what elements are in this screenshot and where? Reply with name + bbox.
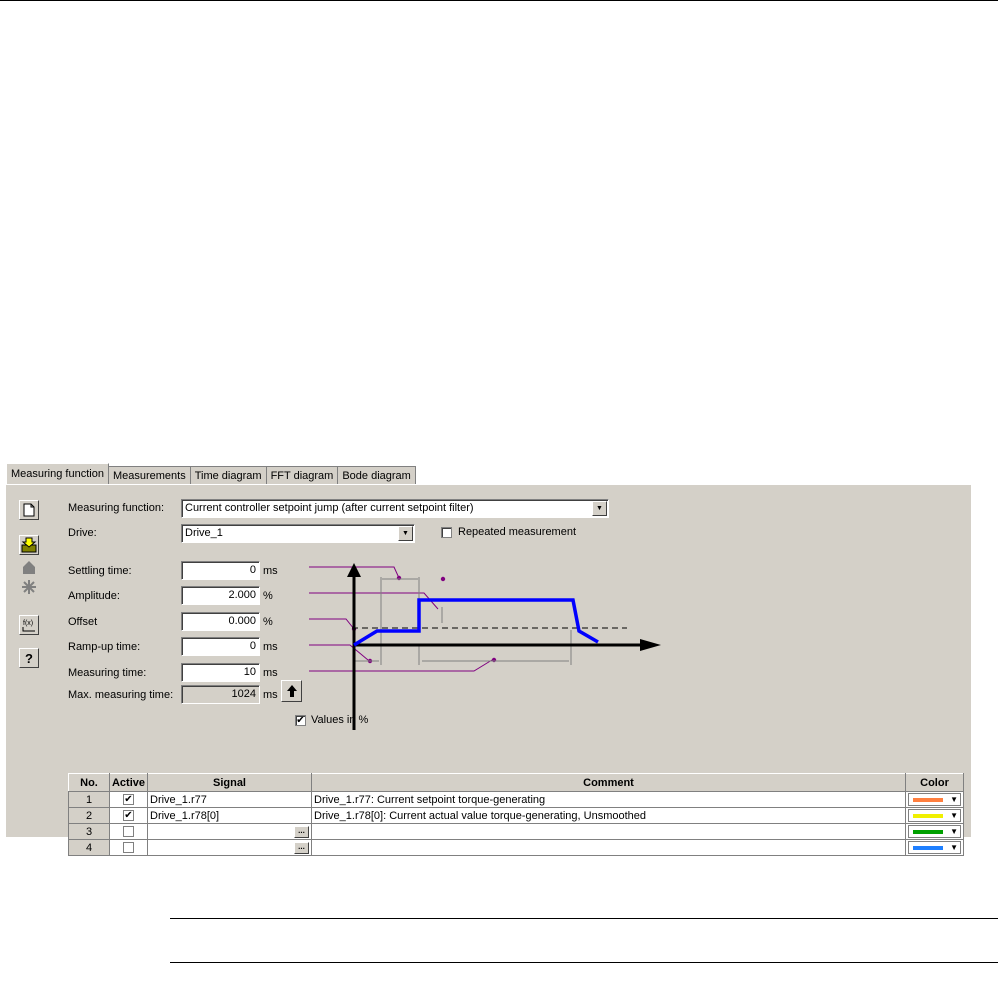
signal-cell[interactable]: ...: [147, 839, 312, 856]
table-row[interactable]: 4 ... ▼: [68, 839, 964, 856]
diagram-x-axis-arrow: [640, 639, 661, 651]
tab-bar: Measuring function Measurements Time dia…: [6, 463, 416, 484]
chevron-down-icon[interactable]: ▼: [950, 826, 958, 837]
color-select[interactable]: ▼: [908, 841, 961, 854]
color-swatch: [913, 846, 943, 850]
browse-signal-button[interactable]: ...: [294, 842, 309, 854]
table-row[interactable]: 3 ... ▼: [68, 823, 964, 840]
column-header-no: No.: [68, 773, 110, 792]
signal-table: No. Active Signal Comment Color 1 ✔ Driv…: [68, 773, 964, 856]
comment-cell[interactable]: [311, 823, 906, 840]
table-header-row: No. Active Signal Comment Color: [68, 773, 964, 792]
top-rule: [0, 0, 998, 1]
active-cell[interactable]: ✔: [109, 791, 148, 808]
chevron-down-icon[interactable]: ▼: [950, 842, 958, 853]
diagram-leader-lines: [309, 566, 493, 672]
column-header-color: Color: [905, 773, 964, 792]
color-swatch: [913, 830, 943, 834]
active-checkbox[interactable]: ✔: [123, 810, 134, 822]
active-checkbox[interactable]: [123, 842, 134, 854]
row-number: 4: [68, 839, 110, 856]
tab-time-diagram[interactable]: Time diagram: [189, 466, 267, 484]
comment-cell[interactable]: Drive_1.r78[0]: Current actual value tor…: [311, 807, 906, 824]
browse-signal-button[interactable]: ...: [294, 826, 309, 838]
color-select[interactable]: ▼: [908, 793, 961, 806]
color-cell[interactable]: ▼: [905, 839, 964, 856]
color-cell[interactable]: ▼: [905, 823, 964, 840]
column-header-active: Active: [109, 773, 148, 792]
signal-cell[interactable]: Drive_1.r78[0]: [147, 807, 312, 824]
chevron-down-icon[interactable]: ▼: [950, 794, 958, 805]
color-cell[interactable]: ▼: [905, 807, 964, 824]
color-swatch: [913, 814, 943, 818]
comment-cell[interactable]: Drive_1.r77: Current setpoint torque-gen…: [311, 791, 906, 808]
setpoint-jump-diagram: [309, 563, 661, 730]
active-cell[interactable]: ✔: [109, 807, 148, 824]
column-header-signal: Signal: [147, 773, 312, 792]
color-select[interactable]: ▼: [908, 825, 961, 838]
color-select[interactable]: ▼: [908, 809, 961, 822]
measuring-function-panel: Measuring function Measurements Time dia…: [6, 463, 971, 856]
tab-fft-diagram[interactable]: FFT diagram: [265, 466, 339, 484]
column-header-comment: Comment: [311, 773, 906, 792]
row-number: 1: [68, 791, 110, 808]
row-number: 2: [68, 807, 110, 824]
chevron-down-icon[interactable]: ▼: [950, 810, 958, 821]
diagram-y-axis-arrow: [347, 563, 361, 577]
tab-body: f(x) ? Measuring function: Current contr…: [6, 484, 971, 856]
color-swatch: [913, 798, 943, 802]
row-number: 3: [68, 823, 110, 840]
color-cell[interactable]: ▼: [905, 791, 964, 808]
tab-bode-diagram[interactable]: Bode diagram: [337, 466, 416, 484]
table-row[interactable]: 2 ✔ Drive_1.r78[0] Drive_1.r78[0]: Curre…: [68, 807, 964, 824]
signal-cell[interactable]: Drive_1.r77: [147, 791, 312, 808]
tab-measuring-function[interactable]: Measuring function: [6, 463, 109, 484]
tab-measurements[interactable]: Measurements: [107, 466, 191, 484]
note-top-rule: [170, 918, 998, 919]
active-cell[interactable]: [109, 823, 148, 840]
diagram-dimension-lines: [355, 577, 572, 665]
table-row[interactable]: 1 ✔ Drive_1.r77 Drive_1.r77: Current set…: [68, 791, 964, 808]
diagram-markers: [351, 575, 497, 664]
signal-cell[interactable]: ...: [147, 823, 312, 840]
note-bottom-rule: [170, 962, 998, 963]
active-checkbox[interactable]: [123, 826, 134, 838]
setpoint-jump-curve: [353, 598, 599, 647]
active-cell[interactable]: [109, 839, 148, 856]
comment-cell[interactable]: [311, 839, 906, 856]
active-checkbox[interactable]: ✔: [123, 794, 134, 806]
